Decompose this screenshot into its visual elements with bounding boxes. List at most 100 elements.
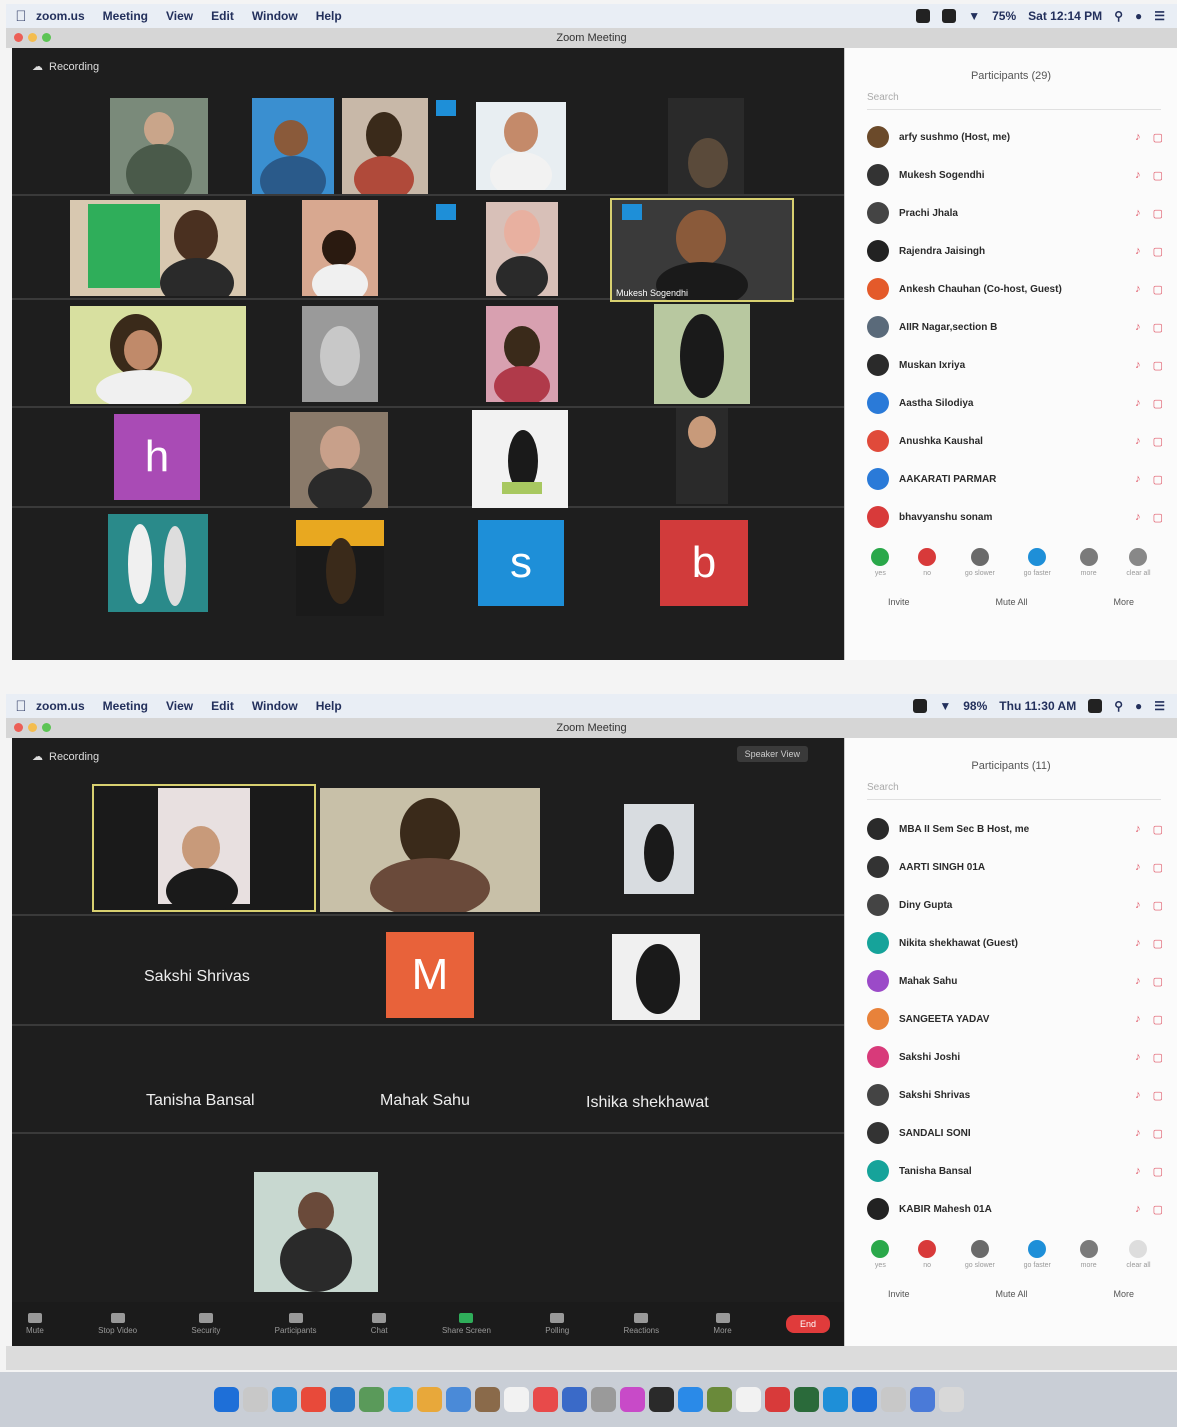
participant-name-tile[interactable]: Tanisha Bansal bbox=[146, 1092, 255, 1110]
participants-button[interactable]: Participants bbox=[275, 1313, 316, 1335]
participant-name-tile[interactable]: Mahak Sahu bbox=[380, 1092, 470, 1110]
feedback-button[interactable]: yes bbox=[871, 1240, 890, 1269]
participant-name-tile[interactable]: Ishika shekhawat bbox=[586, 1094, 709, 1112]
microphone-muted-icon[interactable]: ♪ bbox=[1135, 321, 1141, 334]
video-off-icon[interactable]: ▢ bbox=[1153, 1013, 1163, 1026]
video-tile[interactable] bbox=[110, 98, 208, 194]
minimize-window-button[interactable] bbox=[28, 33, 37, 42]
more-button[interactable]: More bbox=[1113, 597, 1134, 607]
menu-meeting[interactable]: Meeting bbox=[103, 699, 148, 713]
participant-row[interactable]: Sakshi Joshi ♪ ▢ bbox=[845, 1038, 1177, 1076]
video-off-icon[interactable]: ▢ bbox=[1153, 1127, 1163, 1140]
security-button[interactable]: Security bbox=[191, 1313, 220, 1335]
app-status-icon[interactable] bbox=[942, 9, 957, 23]
video-tile[interactable] bbox=[342, 98, 428, 194]
reactions-button[interactable]: Reactions bbox=[624, 1313, 659, 1335]
polling-button[interactable]: Polling bbox=[545, 1313, 569, 1335]
video-tile[interactable] bbox=[676, 408, 728, 504]
microphone-muted-icon[interactable]: ♪ bbox=[1135, 473, 1141, 486]
participant-row[interactable]: AARTI SINGH 01A ♪ ▢ bbox=[845, 848, 1177, 886]
participant-row[interactable]: Prachi Jhala ♪ ▢ bbox=[845, 194, 1177, 232]
feedback-button[interactable]: go faster bbox=[1024, 1240, 1051, 1269]
microphone-muted-icon[interactable]: ♪ bbox=[1135, 1165, 1141, 1178]
siri-icon[interactable]: ● bbox=[1135, 9, 1142, 23]
video-off-icon[interactable]: ▢ bbox=[1153, 899, 1163, 912]
clock[interactable]: Sat 12:14 PM bbox=[1028, 9, 1102, 23]
minimize-window-button[interactable] bbox=[28, 723, 37, 732]
video-off-icon[interactable]: ▢ bbox=[1153, 937, 1163, 950]
microphone-muted-icon[interactable]: ♪ bbox=[1135, 1013, 1141, 1026]
participant-row[interactable]: MBA II Sem Sec B Host, me ♪ ▢ bbox=[845, 810, 1177, 848]
video-off-icon[interactable]: ▢ bbox=[1153, 975, 1163, 988]
feedback-button[interactable]: go slower bbox=[965, 1240, 995, 1269]
video-off-icon[interactable]: ▢ bbox=[1153, 511, 1163, 524]
avatar-tile-b[interactable]: b bbox=[660, 520, 748, 606]
speaker-view-button[interactable]: Speaker View bbox=[736, 746, 808, 762]
feedback-button[interactable]: more bbox=[1079, 548, 1098, 577]
menu-edit[interactable]: Edit bbox=[211, 699, 234, 713]
menu-meeting[interactable]: Meeting bbox=[103, 9, 148, 23]
menu-list-icon[interactable]: ☰ bbox=[1154, 699, 1165, 713]
video-tile[interactable] bbox=[296, 520, 384, 616]
dock-app-icon[interactable] bbox=[909, 1387, 935, 1412]
video-tile[interactable] bbox=[302, 306, 378, 402]
video-off-icon[interactable]: ▢ bbox=[1153, 1051, 1163, 1064]
video-off-icon[interactable]: ▢ bbox=[1153, 823, 1163, 836]
video-tile[interactable] bbox=[654, 304, 750, 404]
dock-app-icon[interactable] bbox=[532, 1387, 558, 1412]
more-toolbar-button[interactable]: More bbox=[713, 1313, 732, 1335]
microphone-muted-icon[interactable]: ♪ bbox=[1135, 975, 1141, 988]
menu-window[interactable]: Window bbox=[252, 9, 298, 23]
video-tile[interactable] bbox=[320, 788, 540, 912]
menu-window[interactable]: Window bbox=[252, 699, 298, 713]
participant-row[interactable]: Anushka Kaushal ♪ ▢ bbox=[845, 422, 1177, 460]
video-tile[interactable] bbox=[668, 98, 744, 194]
video-off-icon[interactable]: ▢ bbox=[1153, 435, 1163, 448]
participant-row[interactable]: bhavyanshu sonam ♪ ▢ bbox=[845, 498, 1177, 536]
participant-row[interactable]: Sakshi Shrivas ♪ ▢ bbox=[845, 1076, 1177, 1114]
menu-view[interactable]: View bbox=[166, 699, 193, 713]
dock-app-icon[interactable] bbox=[851, 1387, 877, 1412]
dock-app-icon[interactable] bbox=[590, 1387, 616, 1412]
wifi-icon[interactable]: ▼ bbox=[968, 9, 980, 23]
dock-app-icon[interactable] bbox=[474, 1387, 500, 1412]
dock-app-icon[interactable] bbox=[329, 1387, 355, 1412]
dock-app-icon[interactable] bbox=[300, 1387, 326, 1412]
feedback-button[interactable]: yes bbox=[871, 548, 890, 577]
dock-app-icon[interactable] bbox=[648, 1387, 674, 1412]
dock-app-icon[interactable] bbox=[503, 1387, 529, 1412]
zoom-window-button[interactable] bbox=[42, 723, 51, 732]
dock-app-icon[interactable] bbox=[735, 1387, 761, 1412]
dock-app-icon[interactable] bbox=[213, 1387, 239, 1412]
menu-app[interactable]: zoom.us bbox=[36, 9, 85, 23]
video-tile[interactable] bbox=[252, 98, 334, 194]
microphone-muted-icon[interactable]: ♪ bbox=[1135, 397, 1141, 410]
menu-view[interactable]: View bbox=[166, 9, 193, 23]
search-icon[interactable]: ⚲ bbox=[1114, 699, 1123, 713]
invite-button[interactable]: Invite bbox=[888, 1289, 910, 1299]
end-meeting-button[interactable]: End bbox=[785, 1315, 830, 1333]
feedback-button[interactable]: go faster bbox=[1024, 548, 1051, 577]
menu-app[interactable]: zoom.us bbox=[36, 699, 85, 713]
video-tile[interactable] bbox=[108, 514, 208, 612]
dock-app-icon[interactable] bbox=[677, 1387, 703, 1412]
wifi-icon[interactable]: ▼ bbox=[939, 699, 951, 713]
video-off-icon[interactable]: ▢ bbox=[1153, 473, 1163, 486]
video-tile[interactable] bbox=[624, 804, 694, 894]
dock-app-icon[interactable] bbox=[706, 1387, 732, 1412]
video-off-icon[interactable]: ▢ bbox=[1153, 861, 1163, 874]
microphone-muted-icon[interactable]: ♪ bbox=[1135, 1089, 1141, 1102]
microphone-muted-icon[interactable]: ♪ bbox=[1135, 899, 1141, 912]
share-screen-button[interactable]: Share Screen bbox=[442, 1313, 491, 1335]
zoom-status-icon[interactable] bbox=[913, 699, 928, 713]
search-icon[interactable]: ⚲ bbox=[1114, 9, 1123, 23]
feedback-button[interactable]: clear all bbox=[1126, 548, 1151, 577]
dock-app-icon[interactable] bbox=[271, 1387, 297, 1412]
video-tile[interactable] bbox=[476, 102, 566, 190]
menu-edit[interactable]: Edit bbox=[211, 9, 234, 23]
zoom-window-button[interactable] bbox=[42, 33, 51, 42]
dock-app-icon[interactable] bbox=[242, 1387, 268, 1412]
feedback-button[interactable]: go slower bbox=[965, 548, 995, 577]
video-tile[interactable] bbox=[254, 1172, 378, 1292]
apple-icon[interactable]:  bbox=[6, 698, 36, 715]
